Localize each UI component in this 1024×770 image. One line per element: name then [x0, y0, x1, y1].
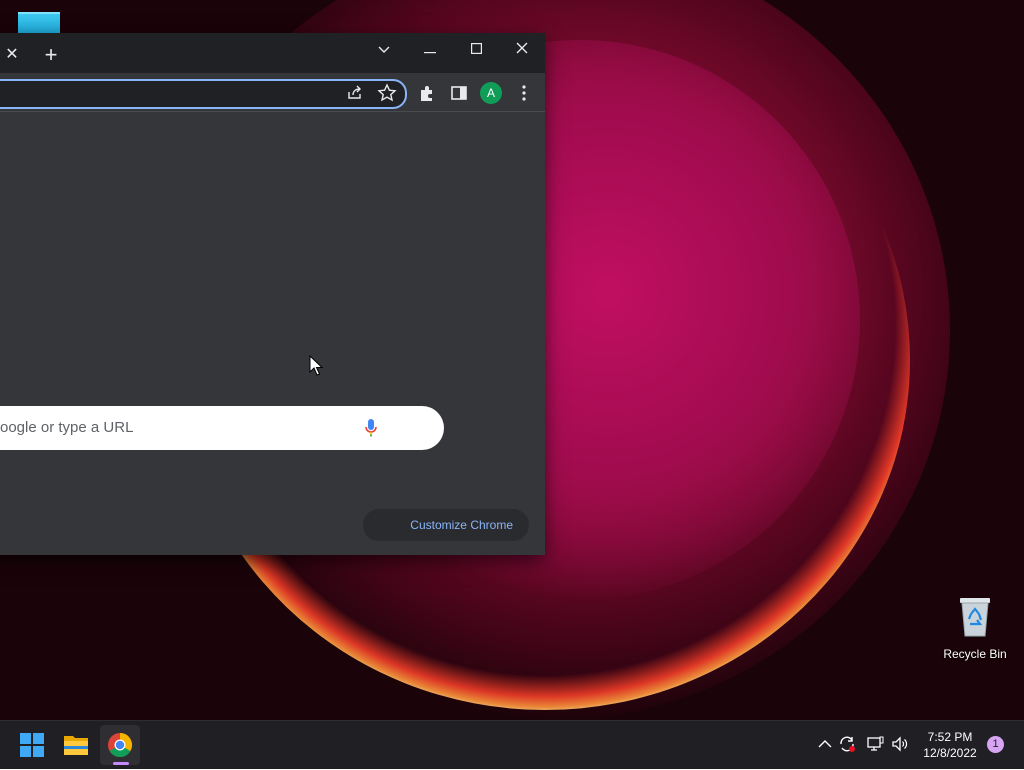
mouse-cursor-icon [309, 355, 323, 376]
desktop: Recycle Bin ✕ + A oogle or type a URL Cu… [0, 0, 1024, 720]
chevron-down-icon [378, 46, 390, 53]
sync-icon[interactable] [838, 735, 856, 753]
chrome-window[interactable]: ✕ + A oogle or type a URL Customize Chro… [0, 33, 545, 555]
chevron-up-icon[interactable] [816, 735, 834, 753]
windows-start-icon[interactable] [12, 725, 52, 765]
extensions-icon[interactable] [417, 83, 437, 103]
tab-strip: ✕ + [0, 33, 545, 73]
chrome-icon [108, 733, 133, 758]
clock-date: 12/8/2022 [923, 746, 977, 760]
maximize-button[interactable] [456, 37, 496, 61]
close-window-button[interactable] [502, 37, 542, 61]
close-icon [516, 42, 528, 54]
star-icon[interactable] [377, 83, 397, 103]
clock-time: 7:52 PM [927, 730, 973, 744]
customize-chrome-label: Customize Chrome [410, 518, 513, 532]
recycle-bin-icon [960, 598, 990, 637]
side-panel-icon[interactable] [449, 83, 469, 103]
active-app-indicator [113, 762, 129, 765]
taskbar: 7:52 PM 12/8/2022 1 [0, 720, 1024, 769]
profile-avatar[interactable]: A [480, 82, 502, 104]
volume-icon[interactable] [891, 735, 909, 753]
toolbar: A [0, 73, 545, 112]
tab-search-button[interactable] [364, 37, 404, 61]
minimize-button[interactable] [410, 37, 450, 61]
new-tab-page: oogle or type a URL Customize Chrome [0, 112, 545, 555]
tab-close-button[interactable]: ✕ [4, 47, 20, 63]
recycle-bin[interactable]: Recycle Bin [940, 594, 1010, 661]
new-tab-button[interactable]: + [40, 44, 62, 67]
maximize-icon [470, 43, 482, 55]
ntp-search-placeholder: oogle or type a URL [0, 419, 134, 436]
chrome-taskbar-button[interactable] [100, 725, 140, 765]
more-menu-icon[interactable] [514, 83, 534, 103]
file-explorer-icon[interactable] [56, 725, 96, 765]
recycle-bin-label: Recycle Bin [943, 647, 1007, 661]
mic-icon[interactable] [364, 418, 378, 438]
share-icon[interactable] [345, 83, 365, 103]
network-icon[interactable] [866, 735, 884, 753]
customize-chrome-button[interactable]: Customize Chrome [363, 509, 529, 541]
system-clock[interactable]: 7:52 PM 12/8/2022 [918, 729, 982, 761]
ntp-search-box[interactable]: oogle or type a URL [0, 406, 444, 450]
notification-badge[interactable]: 1 [987, 736, 1004, 753]
minimize-icon [424, 52, 436, 54]
